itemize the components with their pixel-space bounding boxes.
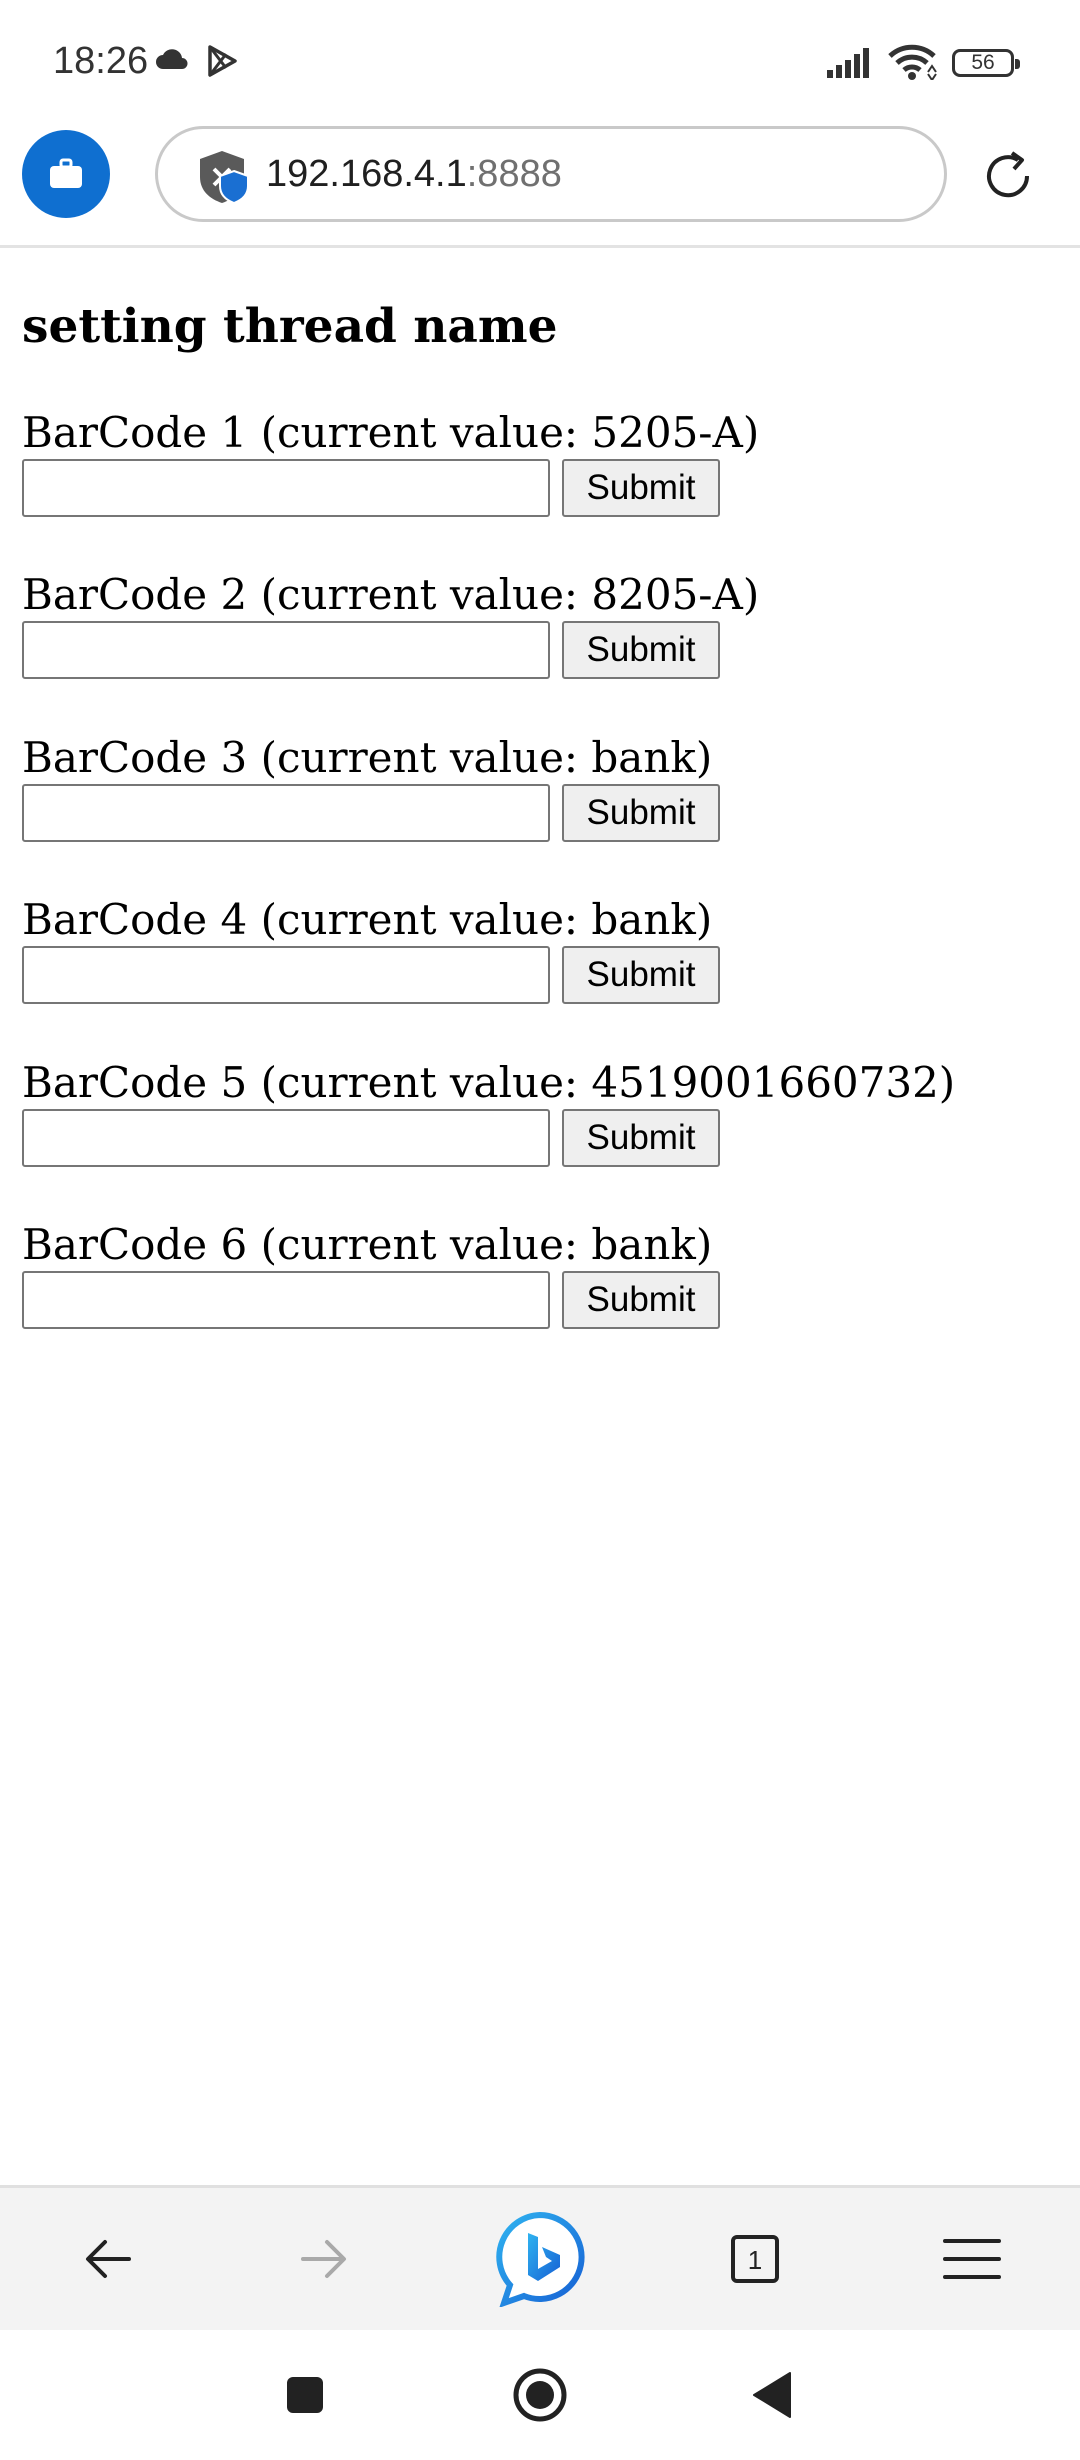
barcode-1-input[interactable] xyxy=(22,459,550,517)
browser-bottom-bar: 1 xyxy=(0,2185,1080,2330)
status-time: 18:26 xyxy=(53,40,149,82)
bing-icon xyxy=(496,2211,585,2307)
barcode-2-row: Submit xyxy=(22,621,1062,679)
page-content: setting thread name BarCode 1 (current v… xyxy=(22,248,1062,1329)
barcode-3-row: Submit xyxy=(22,784,1062,842)
url-port: :8888 xyxy=(466,153,562,195)
barcode-6-group: BarCode 6 (current value: bank) Submit xyxy=(22,1219,1062,1329)
recents-button[interactable] xyxy=(255,2330,355,2460)
barcode-6-input[interactable] xyxy=(22,1271,550,1329)
signal-icon xyxy=(827,48,877,83)
address-bar[interactable]: 192.168.4.1:8888 xyxy=(155,126,947,222)
barcode-2-group: BarCode 2 (current value: 8205-A) Submit xyxy=(22,569,1062,679)
barcode-5-submit-button[interactable]: Submit xyxy=(562,1109,720,1167)
forward-button[interactable] xyxy=(264,2188,384,2330)
barcode-5-row: Submit xyxy=(22,1109,1062,1167)
bing-chat-button[interactable] xyxy=(480,2188,600,2330)
play-store-icon xyxy=(205,44,239,83)
home-icon xyxy=(513,2368,567,2422)
barcode-3-label: BarCode 3 (current value: bank) xyxy=(22,733,713,782)
wifi-icon xyxy=(888,44,938,85)
home-button[interactable] xyxy=(490,2330,590,2460)
barcode-1-label: BarCode 1 (current value: 5205-A) xyxy=(22,408,760,457)
system-back-button[interactable] xyxy=(722,2330,822,2460)
url-host: 192.168.4.1 xyxy=(266,153,467,195)
menu-icon xyxy=(943,2239,1001,2279)
battery-level: 56 xyxy=(971,51,995,74)
barcode-3-submit-button[interactable]: Submit xyxy=(562,784,720,842)
barcode-6-submit-button[interactable]: Submit xyxy=(562,1271,720,1329)
back-arrow-icon xyxy=(86,2240,131,2278)
work-profile-button[interactable] xyxy=(22,130,110,218)
status-bar: 18:26 56 xyxy=(0,0,1080,120)
back-button[interactable] xyxy=(48,2188,168,2330)
barcode-2-submit-button[interactable]: Submit xyxy=(562,621,720,679)
barcode-6-label: BarCode 6 (current value: bank) xyxy=(22,1220,713,1269)
barcode-5-input[interactable] xyxy=(22,1109,550,1167)
barcode-2-input[interactable] xyxy=(22,621,550,679)
barcode-1-group: BarCode 1 (current value: 5205-A) Submit xyxy=(22,407,1062,517)
system-nav-bar xyxy=(0,2330,1080,2460)
tabs-button[interactable]: 1 xyxy=(695,2188,815,2330)
barcode-5-label: BarCode 5 (current value: 4519001660732) xyxy=(22,1058,956,1107)
tab-count: 1 xyxy=(748,2245,762,2275)
url-text[interactable]: 192.168.4.1:8888 xyxy=(266,153,562,196)
barcode-3-input[interactable] xyxy=(22,784,550,842)
forward-arrow-icon xyxy=(301,2240,346,2278)
barcode-5-group: BarCode 5 (current value: 4519001660732)… xyxy=(22,1057,1062,1167)
back-icon xyxy=(753,2372,791,2418)
work-profile-icon xyxy=(50,158,82,188)
barcode-1-row: Submit xyxy=(22,459,1062,517)
barcode-3-group: BarCode 3 (current value: bank) Submit xyxy=(22,732,1062,842)
battery-icon: 56 xyxy=(952,49,1020,77)
barcode-4-submit-button[interactable]: Submit xyxy=(562,946,720,1004)
tabs-icon: 1 xyxy=(731,2235,779,2283)
reload-icon xyxy=(987,151,1030,198)
barcode-2-label: BarCode 2 (current value: 8205-A) xyxy=(22,570,760,619)
reload-button[interactable] xyxy=(980,148,1036,204)
shield-icon[interactable] xyxy=(194,149,250,210)
barcode-4-input[interactable] xyxy=(22,946,550,1004)
barcode-6-row: Submit xyxy=(22,1271,1062,1329)
cloud-icon xyxy=(155,48,189,75)
browser-toolbar: 192.168.4.1:8888 xyxy=(0,120,1080,248)
barcode-1-submit-button[interactable]: Submit xyxy=(562,459,720,517)
page-title: setting thread name xyxy=(22,299,558,354)
barcode-4-label: BarCode 4 (current value: bank) xyxy=(22,895,713,944)
menu-button[interactable] xyxy=(912,2188,1032,2330)
recents-icon xyxy=(287,2377,323,2413)
barcode-4-group: BarCode 4 (current value: bank) Submit xyxy=(22,894,1062,1004)
barcode-4-row: Submit xyxy=(22,946,1062,1004)
screen: 18:26 56 192.168.4.1:8888 setting thread… xyxy=(0,0,1080,2460)
